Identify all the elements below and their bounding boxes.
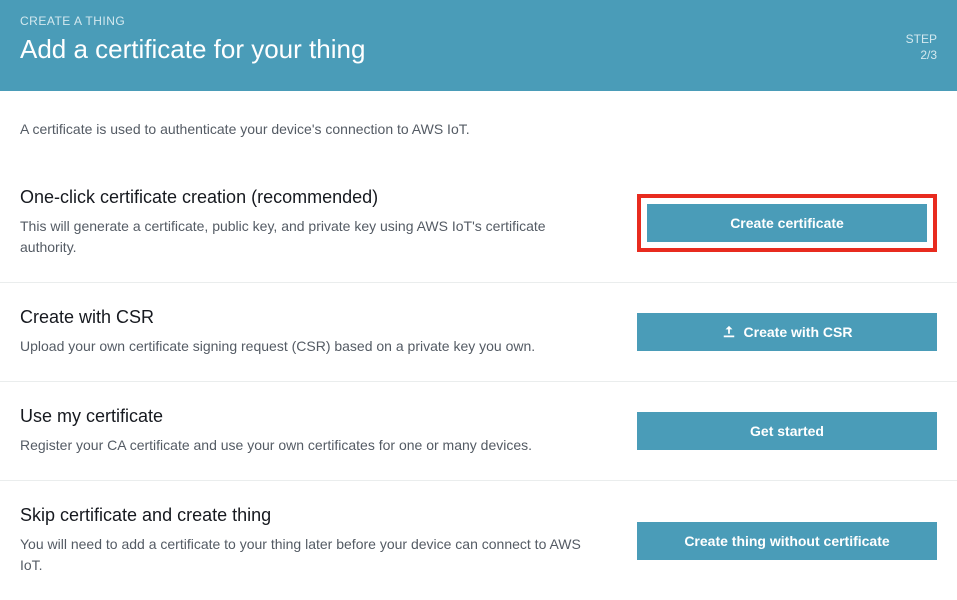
option-one-click: One-click certificate creation (recommen…: [0, 163, 957, 283]
option-action: Create certificate: [637, 194, 937, 252]
button-label: Create certificate: [730, 215, 844, 231]
option-desc: Register your CA certificate and use you…: [20, 435, 597, 456]
option-title: One-click certificate creation (recommen…: [20, 187, 597, 208]
header-left: CREATE A THING Add a certificate for you…: [20, 14, 906, 65]
option-csr: Create with CSR Upload your own certific…: [0, 283, 957, 382]
page-header: CREATE A THING Add a certificate for you…: [0, 0, 957, 91]
page-title: Add a certificate for your thing: [20, 34, 906, 65]
intro-text: A certificate is used to authenticate yo…: [0, 91, 957, 163]
highlight-annotation: Create certificate: [637, 194, 937, 252]
step-label: STEP: [906, 32, 937, 48]
upload-icon: [722, 325, 736, 339]
create-with-csr-button[interactable]: Create with CSR: [637, 313, 937, 351]
option-title: Create with CSR: [20, 307, 597, 328]
option-text: Use my certificate Register your CA cert…: [20, 406, 637, 456]
option-text: One-click certificate creation (recommen…: [20, 187, 637, 258]
option-text: Skip certificate and create thing You wi…: [20, 505, 637, 576]
breadcrumb: CREATE A THING: [20, 14, 906, 28]
option-action: Create with CSR: [637, 313, 937, 351]
create-certificate-button[interactable]: Create certificate: [647, 204, 927, 242]
option-desc: Upload your own certificate signing requ…: [20, 336, 597, 357]
create-without-certificate-button[interactable]: Create thing without certificate: [637, 522, 937, 560]
option-title: Skip certificate and create thing: [20, 505, 597, 526]
option-skip: Skip certificate and create thing You wi…: [0, 481, 957, 600]
option-desc: This will generate a certificate, public…: [20, 216, 597, 258]
button-label: Create with CSR: [744, 324, 853, 340]
option-text: Create with CSR Upload your own certific…: [20, 307, 637, 357]
option-my-certificate: Use my certificate Register your CA cert…: [0, 382, 957, 481]
option-action: Get started: [637, 412, 937, 450]
button-label: Get started: [750, 423, 824, 439]
step-indicator: STEP 2/3: [906, 32, 937, 63]
option-desc: You will need to add a certificate to yo…: [20, 534, 597, 576]
get-started-button[interactable]: Get started: [637, 412, 937, 450]
option-action: Create thing without certificate: [637, 522, 937, 560]
option-title: Use my certificate: [20, 406, 597, 427]
content: A certificate is used to authenticate yo…: [0, 91, 957, 600]
button-label: Create thing without certificate: [684, 533, 889, 549]
step-value: 2/3: [906, 48, 937, 64]
